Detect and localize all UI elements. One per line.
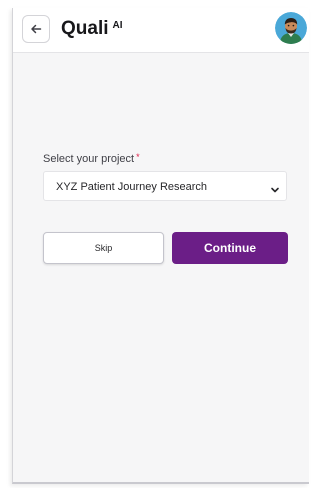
continue-button[interactable]: Continue — [172, 232, 288, 264]
arrow-left-icon — [29, 22, 43, 36]
project-label-text: Select your project — [43, 153, 135, 165]
app-logo: Quali AI — [61, 18, 123, 40]
brand-name: Quali — [61, 18, 109, 39]
project-select-value: XYZ Patient Journey Research — [56, 181, 208, 193]
user-avatar[interactable] — [275, 12, 307, 44]
app-window: Quali AI Select your project * XYZ Patient… — [12, 8, 309, 484]
chevron-down-icon — [270, 182, 280, 193]
app-header: Quali AI — [13, 8, 309, 53]
required-indicator: * — [136, 152, 140, 162]
project-field-label: Select your project * — [43, 152, 140, 166]
project-select[interactable]: XYZ Patient Journey Research — [43, 171, 287, 201]
back-button[interactable] — [22, 15, 50, 43]
brand-suffix: AI — [112, 20, 123, 31]
skip-button[interactable]: Skip — [43, 232, 164, 264]
avatar-image — [275, 12, 307, 44]
